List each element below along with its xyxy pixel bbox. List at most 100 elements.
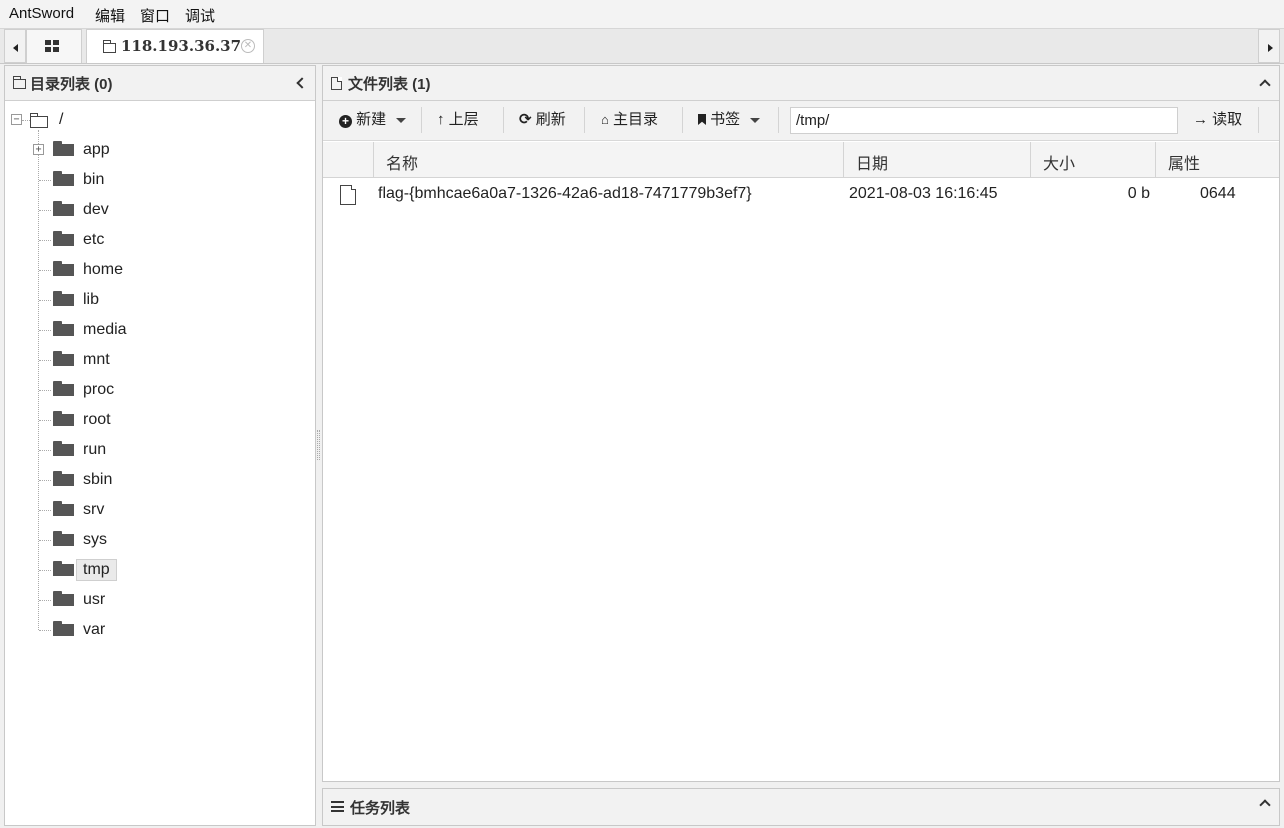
file-list-panel: 文件列表 (1) + 新建 ↑ 上层 ⟳ 刷新 ⌂ 主目录 书签 /tmp/ →… xyxy=(322,65,1280,782)
refresh-icon: ⟳ xyxy=(519,111,532,128)
tree-item-lib[interactable]: lib xyxy=(77,290,105,310)
tree-item-mnt[interactable]: mnt xyxy=(77,350,116,370)
col-name[interactable]: 名称 xyxy=(374,142,844,178)
col-size[interactable]: 大小 xyxy=(1031,142,1156,178)
read-button[interactable]: → 读取 xyxy=(1193,108,1242,132)
expand-icon[interactable]: + xyxy=(33,144,44,155)
tree-item-bin[interactable]: bin xyxy=(77,170,110,190)
path-input[interactable] xyxy=(790,107,1178,134)
tab-scroll-right-button[interactable] xyxy=(1258,29,1280,63)
collapse-up-icon[interactable] xyxy=(1259,79,1271,91)
tree-root[interactable]: / xyxy=(53,110,69,130)
plus-circle-icon: + xyxy=(339,115,352,128)
tree-item-dev[interactable]: dev xyxy=(77,200,115,220)
bookmark-icon xyxy=(698,114,706,125)
folder-icon xyxy=(53,261,74,276)
arrow-left-icon xyxy=(13,44,18,52)
caret-down-icon xyxy=(750,117,761,123)
directory-tree: − / + app bin dev etc home lib media mnt xyxy=(5,102,315,822)
arrow-up-icon: ↑ xyxy=(437,111,445,128)
folder-icon xyxy=(53,351,74,366)
folder-icon xyxy=(53,411,74,426)
col-date[interactable]: 日期 xyxy=(844,142,1031,178)
directory-panel: 目录列表 (0) − / + app bin dev etc home lib … xyxy=(4,65,316,826)
folder-icon xyxy=(53,441,74,456)
list-icon xyxy=(331,801,344,812)
folder-icon xyxy=(53,141,74,156)
file-date: 2021-08-03 16:16:45 xyxy=(849,185,998,202)
file-toolbar: + 新建 ↑ 上层 ⟳ 刷新 ⌂ 主目录 书签 → 读取 xyxy=(323,101,1279,141)
tree-item-usr[interactable]: usr xyxy=(77,590,111,610)
folder-icon xyxy=(103,40,116,53)
file-list-panel-title: 文件列表 (1) xyxy=(348,76,431,93)
menu-bar: AntSword 编辑 窗口 调试 xyxy=(0,0,1284,29)
tab-bar: 118.193.36.37 ✕ xyxy=(0,29,1284,64)
home-icon: ⌂ xyxy=(601,112,609,127)
folder-icon xyxy=(53,381,74,396)
tab-scroll-left-button[interactable] xyxy=(4,29,26,63)
new-button[interactable]: + 新建 xyxy=(339,108,407,132)
file-icon xyxy=(340,185,356,205)
up-label: 上层 xyxy=(448,111,479,128)
tab-connection[interactable]: 118.193.36.37 ✕ xyxy=(86,29,264,63)
table-row[interactable]: flag-{bmhcae6a0a7-1326-42a6-ad18-7471779… xyxy=(323,178,1279,212)
folder-icon xyxy=(53,561,74,576)
splitter-handle[interactable] xyxy=(317,430,320,460)
bookmark-button[interactable]: 书签 xyxy=(698,108,761,132)
tree-item-app[interactable]: app xyxy=(77,140,116,160)
home-dir-button[interactable]: ⌂ 主目录 xyxy=(601,108,658,132)
grid-icon xyxy=(45,40,59,52)
directory-panel-header: 目录列表 (0) xyxy=(5,66,315,101)
tab-connection-label: 118.193.36.37 xyxy=(121,37,242,55)
folder-icon xyxy=(53,171,74,186)
folder-icon xyxy=(53,291,74,306)
folder-icon xyxy=(53,321,74,336)
new-label: 新建 xyxy=(356,111,387,128)
tree-item-etc[interactable]: etc xyxy=(77,230,110,250)
tree-item-root[interactable]: root xyxy=(77,410,117,430)
tree-item-sbin[interactable]: sbin xyxy=(77,470,118,490)
collapse-left-icon[interactable] xyxy=(296,77,308,89)
file-size: 0 b xyxy=(1127,185,1150,202)
file-attr: 0644 xyxy=(1200,185,1236,202)
menu-window[interactable]: 窗口 xyxy=(140,5,170,26)
tree-item-var[interactable]: var xyxy=(77,620,111,640)
arrow-right-icon: → xyxy=(1193,111,1208,128)
folder-icon xyxy=(13,76,26,89)
file-icon xyxy=(331,77,342,90)
close-icon[interactable]: ✕ xyxy=(241,39,255,53)
tab-home[interactable] xyxy=(26,29,82,63)
tree-item-sys[interactable]: sys xyxy=(77,530,113,550)
folder-icon xyxy=(53,591,74,606)
folder-icon xyxy=(53,531,74,546)
tree-item-run[interactable]: run xyxy=(77,440,112,460)
tree-item-srv[interactable]: srv xyxy=(77,500,110,520)
bookmark-label: 书签 xyxy=(710,111,741,128)
file-list-panel-header: 文件列表 (1) xyxy=(323,66,1279,101)
arrow-right-icon xyxy=(1268,44,1273,52)
menu-antsword[interactable]: AntSword xyxy=(9,5,74,22)
folder-icon xyxy=(30,113,48,128)
collapse-icon[interactable]: − xyxy=(11,114,22,125)
menu-edit[interactable]: 编辑 xyxy=(95,5,125,26)
refresh-button[interactable]: ⟳ 刷新 xyxy=(519,108,566,132)
home-label: 主目录 xyxy=(613,111,659,128)
read-label: 读取 xyxy=(1212,111,1243,128)
expand-up-icon[interactable] xyxy=(1259,799,1271,811)
col-icon xyxy=(323,142,374,178)
folder-icon xyxy=(53,471,74,486)
folder-icon xyxy=(53,501,74,516)
tree-item-proc[interactable]: proc xyxy=(77,380,120,400)
folder-icon xyxy=(53,231,74,246)
task-panel-title: 任务列表 xyxy=(350,800,411,817)
task-panel: 任务列表 xyxy=(322,788,1280,826)
menu-debug[interactable]: 调试 xyxy=(185,5,215,26)
tree-item-home[interactable]: home xyxy=(77,260,129,280)
col-attr[interactable]: 属性 xyxy=(1156,142,1280,178)
tree-item-tmp[interactable]: tmp xyxy=(76,559,117,581)
directory-panel-title: 目录列表 (0) xyxy=(30,76,113,93)
up-button[interactable]: ↑ 上层 xyxy=(437,108,479,132)
file-name[interactable]: flag-{bmhcae6a0a7-1326-42a6-ad18-7471779… xyxy=(378,185,752,203)
refresh-label: 刷新 xyxy=(535,111,566,128)
tree-item-media[interactable]: media xyxy=(77,320,133,340)
